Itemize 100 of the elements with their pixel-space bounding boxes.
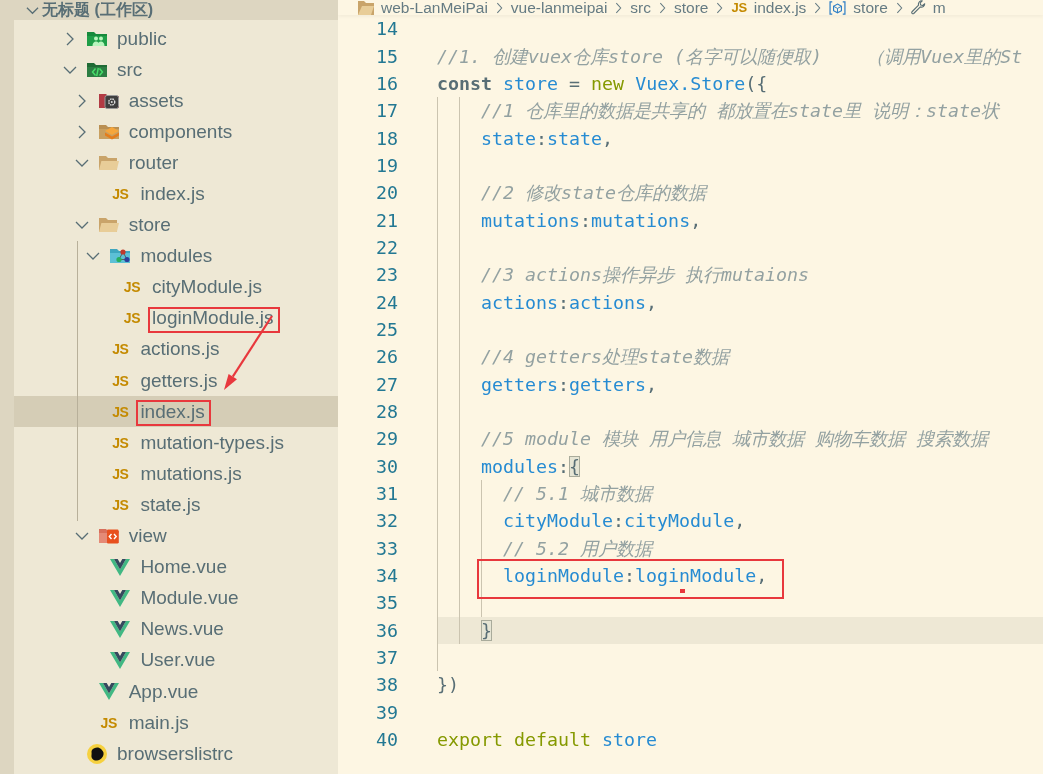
chevron-right-icon (895, 1, 903, 14)
code-line: // 5.2 用户数据 (503, 536, 653, 561)
code-line: //1 仓库里的数据是共享的 都放置在state里 说明：state状 (481, 99, 1000, 124)
line-number: 17 (376, 100, 398, 122)
code-line: //1. 创建vuex仓库store (名字可以随便取) （调用Vuex里的St (437, 44, 1023, 69)
js-icon: JS (123, 311, 141, 326)
cube-folder-icon (98, 123, 119, 140)
code-line: actions:actions, (481, 291, 658, 313)
tree-item[interactable]: JS state.js (14, 489, 338, 521)
breadcrumb-item[interactable]: store (829, 0, 888, 15)
line-number: 28 (376, 401, 398, 422)
code-line: cityModule:cityModule, (503, 510, 746, 532)
breadcrumb-item[interactable]: m (910, 0, 946, 15)
js-icon: JS (112, 497, 129, 512)
code-line: }) (437, 674, 459, 696)
code-line: modules:{ (481, 455, 581, 477)
blob-circle-icon (87, 743, 107, 764)
tree-item[interactable]: view (14, 520, 338, 552)
line-number: 39 (376, 701, 398, 723)
tree-item[interactable]: assets (14, 85, 338, 117)
chevron-right-icon (814, 1, 822, 14)
folder-icon (358, 0, 374, 15)
tree-item[interactable]: JS cityModule.js (14, 271, 338, 303)
chevron-right-icon (615, 1, 623, 14)
tree-item[interactable]: modules (14, 240, 338, 272)
tree-item[interactable]: JS mutation-types.js (14, 427, 338, 459)
tree-item[interactable]: components (14, 116, 338, 148)
folder-icon (98, 154, 119, 171)
v-logo-icon (98, 683, 119, 700)
wrench-icon (910, 0, 926, 15)
v-logo-icon (110, 620, 131, 638)
code-line: loginModule:loginModule, (503, 565, 768, 587)
tree-item[interactable]: News.vue (14, 613, 338, 645)
line-number: 35 (376, 592, 398, 614)
v-logo-icon (110, 589, 131, 607)
code-line: //4 getters处理state数据 (481, 345, 730, 370)
line-number: 27 (376, 373, 398, 395)
line-number: 37 (376, 647, 398, 669)
tree-item[interactable]: browserslistrc (14, 738, 338, 770)
js-icon: JS (123, 280, 141, 295)
breadcrumb-item[interactable]: src (630, 0, 651, 15)
chevron-right-icon (495, 1, 503, 14)
breadcrumb-item[interactable]: JS index.js (731, 0, 807, 15)
line-number: 21 (376, 209, 398, 231)
code-line: getters:getters, (481, 373, 658, 395)
tree-item[interactable]: User.vue (14, 644, 338, 676)
line-number: 14 (376, 18, 398, 40)
line-number: 24 (376, 291, 398, 313)
workspace-header[interactable]: 无标题 (工作区) (14, 0, 338, 20)
tree-item[interactable]: Module.vue (14, 582, 338, 614)
line-number: 36 (376, 619, 398, 641)
variable-icon (829, 0, 847, 15)
code-line: export default store (437, 729, 658, 751)
line-number: 30 (376, 455, 398, 477)
v-logo-icon (110, 558, 131, 576)
tree-item[interactable]: JS mutations.js (14, 458, 338, 490)
line-number: 19 (376, 154, 398, 176)
line-number: 16 (376, 72, 398, 94)
tree-item[interactable]: router (14, 147, 338, 179)
code-line: //3 actions操作异步 执行mutaions (481, 263, 810, 288)
gear-folder-icon (98, 92, 119, 109)
tree-item[interactable]: JS actions.js (14, 333, 338, 366)
people-folder-icon (87, 30, 107, 47)
tree-item[interactable]: src (14, 54, 338, 86)
tree-item[interactable]: JS getters.js (14, 365, 338, 397)
js-icon: JS (731, 1, 747, 14)
v-logo-icon (110, 651, 131, 669)
line-number: 25 (376, 318, 398, 340)
js-icon: JS (112, 373, 129, 388)
line-number: 20 (376, 182, 398, 204)
tree-item[interactable]: JS loginModule.js (14, 302, 338, 334)
code-line: mutations:mutations, (481, 209, 702, 231)
code-folder-icon (87, 61, 107, 78)
code-line: //5 module 模块 用户信息 城市数据 购物车数据 搜索数据 (481, 427, 989, 452)
js-icon: JS (112, 187, 129, 201)
tree-item[interactable]: JS index.js (14, 396, 338, 428)
line-number: 15 (376, 45, 398, 67)
line-number: 32 (376, 510, 398, 532)
code-line: // 5.1 城市数据 (503, 482, 653, 506)
breadcrumb-item[interactable]: web-LanMeiPai (358, 0, 488, 15)
tree-item[interactable]: public (14, 23, 338, 55)
line-number: 22 (376, 236, 398, 258)
tree-item[interactable]: store (14, 209, 338, 241)
breadcrumb-item[interactable]: vue-lanmeipai (510, 0, 608, 15)
line-number: 26 (376, 346, 398, 368)
code-folder-icon (98, 528, 119, 545)
tree-item[interactable]: JS main.js (14, 707, 338, 739)
breadcrumb-item[interactable]: store (674, 0, 709, 15)
tree-item[interactable]: Home.vue (14, 551, 338, 583)
chevron-right-icon (716, 1, 724, 14)
code-line: //2 修改state仓库的数据 (481, 181, 707, 206)
js-icon: JS (112, 435, 129, 450)
tree-item[interactable]: App.vue (14, 675, 338, 708)
nodes-folder-icon (110, 248, 131, 265)
code-line: const store = new Vuex.Store({ (437, 72, 768, 94)
folder-icon (98, 217, 119, 234)
tree-item[interactable]: JS index.js (14, 178, 338, 210)
line-number: 23 (376, 264, 398, 286)
line-number: 18 (376, 127, 398, 149)
chevron-right-icon (659, 1, 666, 14)
